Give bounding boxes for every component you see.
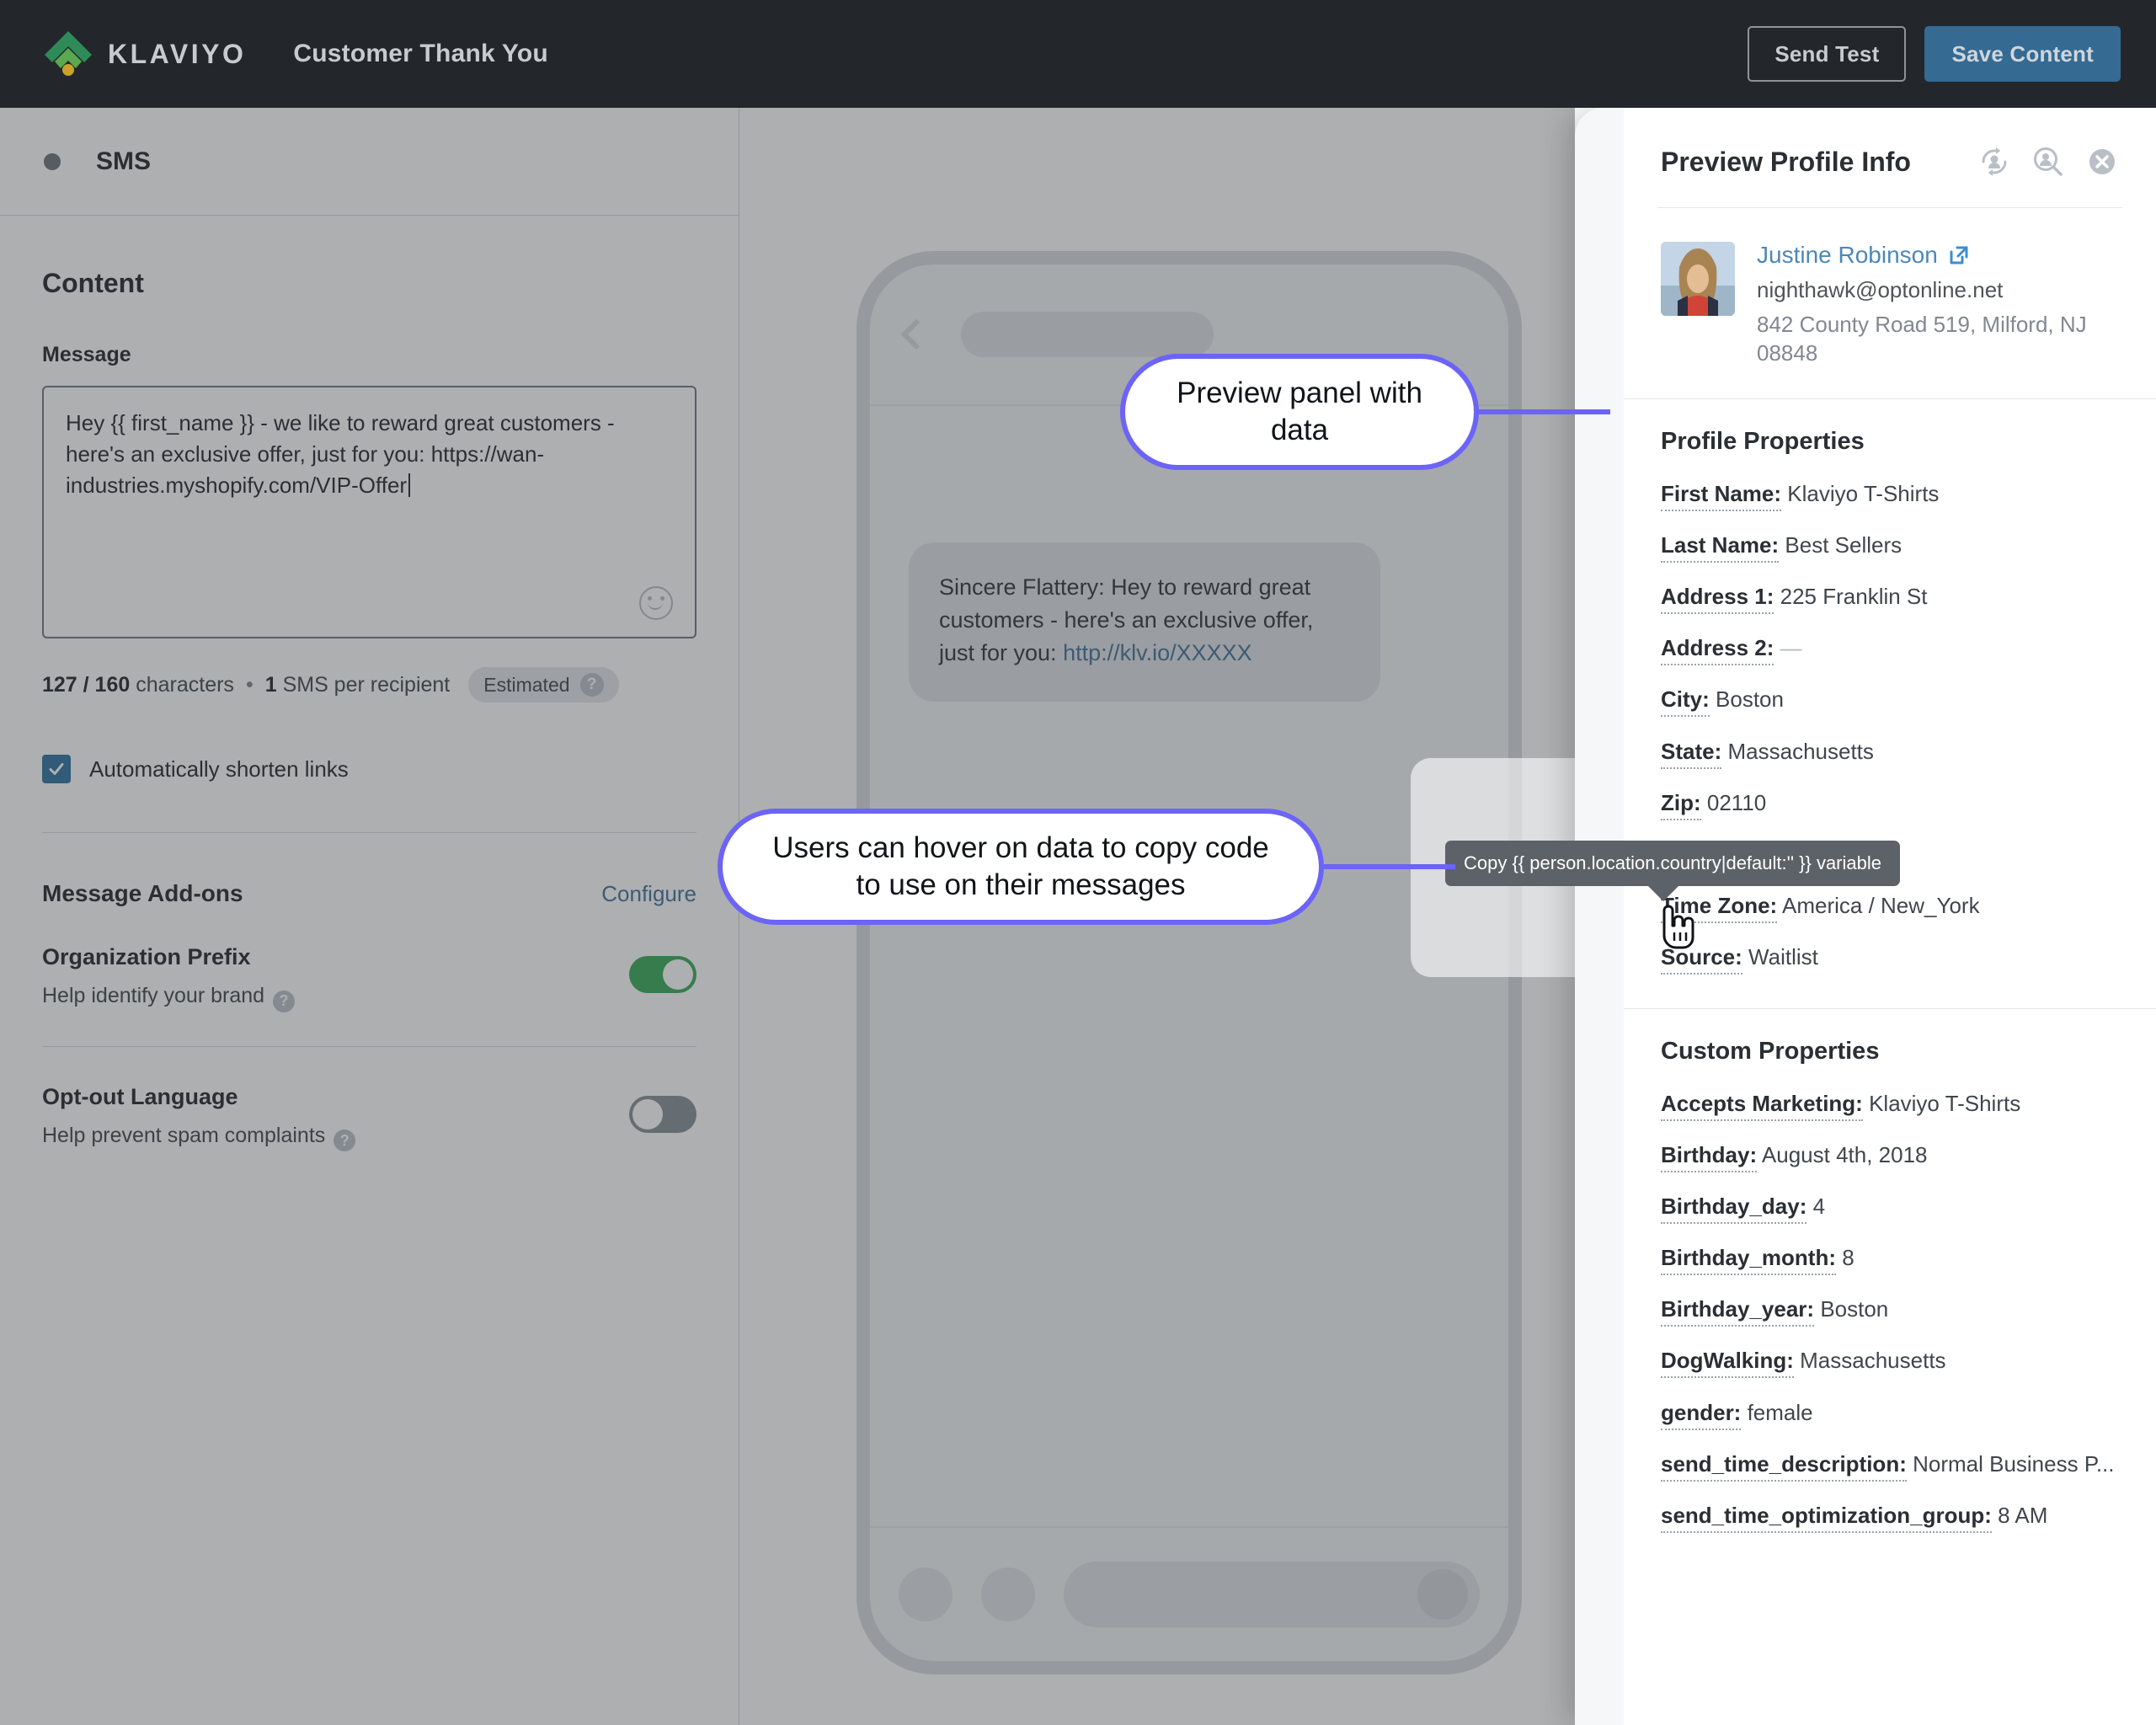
property-key[interactable]: Birthday_month: [1661,1245,1836,1276]
property-row[interactable]: Birthday_month: 8 [1661,1245,2119,1276]
property-row[interactable]: City: Boston [1661,686,2119,718]
page-title: Customer Thank You [293,40,548,67]
property-value: 8 AM [1998,1503,2048,1528]
property-key[interactable]: Zip: [1661,789,1701,820]
property-row[interactable]: First Name: Klaviyo T-Shirts [1661,480,2119,511]
property-key[interactable]: First Name: [1661,480,1782,511]
copy-variable-tooltip: Copy {{ person.location.country|default:… [1445,841,1900,901]
profile-address: 842 County Road 519, Milford, NJ 08848 [1757,312,2087,366]
property-row[interactable]: State: Massachusetts [1661,738,2119,769]
close-icon[interactable] [2085,145,2119,179]
property-row[interactable]: Accepts Marketing: Klaviyo T-Shirts [1661,1090,2119,1121]
property-value: 02110 [1706,789,1767,815]
property-key[interactable]: Address 1: [1661,584,1774,614]
profile-properties-title: Profile Properties [1661,427,1865,455]
property-row[interactable]: Birthday_day: 4 [1661,1193,2119,1224]
top-bar: KLAVIYO Customer Thank You Send Test Sav… [0,0,2156,108]
external-link-icon[interactable] [1948,244,1970,266]
custom-properties-section: Custom Properties Accepts Marketing: Kla… [1624,1009,2156,1533]
property-value: 4 [1812,1193,1826,1219]
property-key[interactable]: Birthday_day: [1661,1193,1807,1224]
property-value: Best Sellers [1785,531,1903,558]
property-value: Massachusetts [1800,1348,1946,1374]
property-value: Klaviyo T-Shirts [1787,480,1940,506]
panel-title: Preview Profile Info [1661,146,1911,177]
property-row[interactable]: send_time_optimization_group: 8 AM [1661,1503,2119,1533]
property-value: America / New_York [1782,893,1980,919]
panel-header-icons [1977,145,2119,179]
property-value: Waitlist [1748,944,1818,970]
property-value: Boston [1820,1296,1889,1322]
property-key[interactable]: State: [1661,738,1722,769]
brand-name: KLAVIYO [108,38,247,69]
avatar [1661,242,1735,316]
property-value: — [1780,635,1802,661]
property-row[interactable]: Last Name: Best Sellers [1661,531,2119,563]
callout-hover-copy: Users can hover on data to copy code to … [718,809,1324,925]
property-row[interactable]: gender: female [1661,1399,2119,1430]
save-content-button[interactable]: Save Content [1924,26,2121,82]
property-row[interactable]: Zip: 02110 [1661,789,2119,820]
swap-profile-icon[interactable] [1977,145,2011,179]
property-key[interactable]: City: [1661,686,1710,718]
callout-leader-line [1321,864,1455,869]
property-key[interactable]: send_time_optimization_group: [1661,1503,1992,1533]
property-key[interactable]: Address 2: [1661,635,1774,666]
property-value: Massachusetts [1727,738,1874,764]
property-key[interactable]: gender: [1661,1399,1742,1430]
profile-summary: Justine Robinson nighthawk@optonline.net… [1624,208,2156,368]
property-key[interactable]: Accepts Marketing: [1661,1090,1863,1121]
brand-logo[interactable]: KLAVIYO [40,26,246,82]
callout-preview-panel: Preview panel with data [1120,354,1479,470]
send-test-button[interactable]: Send Test [1748,26,1907,82]
property-value: Boston [1716,686,1784,713]
app-root: KLAVIYO Customer Thank You Send Test Sav… [0,0,2156,1725]
property-row[interactable]: Birthday_year: Boston [1661,1296,2119,1327]
panel-edge-strip [1575,108,1624,1725]
klaviyo-logo-icon [40,26,96,82]
property-row[interactable]: Source: Waitlist [1661,944,2119,975]
property-value: 225 Franklin St [1780,584,1928,609]
property-row[interactable]: Address 2: — [1661,635,2119,666]
search-profile-icon[interactable] [2031,145,2065,179]
property-value: 8 [1842,1245,1854,1271]
property-key[interactable]: Last Name: [1661,531,1780,563]
property-row[interactable]: Address 1: 225 Franklin St [1661,584,2119,614]
property-row[interactable]: Birthday: August 4th, 2018 [1661,1141,2119,1172]
custom-properties-title: Custom Properties [1661,1037,1880,1065]
property-key[interactable]: send_time_description: [1661,1450,1907,1482]
callout-leader-line [1476,409,1610,414]
profile-name-link[interactable]: Justine Robinson [1757,242,2119,269]
profile-name: Justine Robinson [1757,242,1938,268]
property-row[interactable]: DogWalking: Massachusetts [1661,1348,2119,1379]
property-row[interactable]: Time Zone: America / New_York [1661,893,2119,924]
topbar-actions: Send Test Save Content [1748,26,2121,82]
property-row[interactable]: send_time_description: Normal Business P… [1661,1450,2119,1482]
property-key[interactable]: DogWalking: [1661,1348,1794,1379]
profile-email: nighthawk@optonline.net [1757,277,2004,302]
property-value: female [1747,1399,1813,1425]
panel-header: Preview Profile Info [1624,108,2156,179]
property-value: August 4th, 2018 [1761,1141,1928,1167]
property-key[interactable]: Birthday: [1661,1141,1758,1172]
property-key[interactable]: Birthday_year: [1661,1296,1815,1327]
property-value: Normal Business P... [1913,1450,2115,1477]
cursor-pointer-icon [1658,904,1695,955]
property-value: Klaviyo T-Shirts [1869,1090,2021,1116]
